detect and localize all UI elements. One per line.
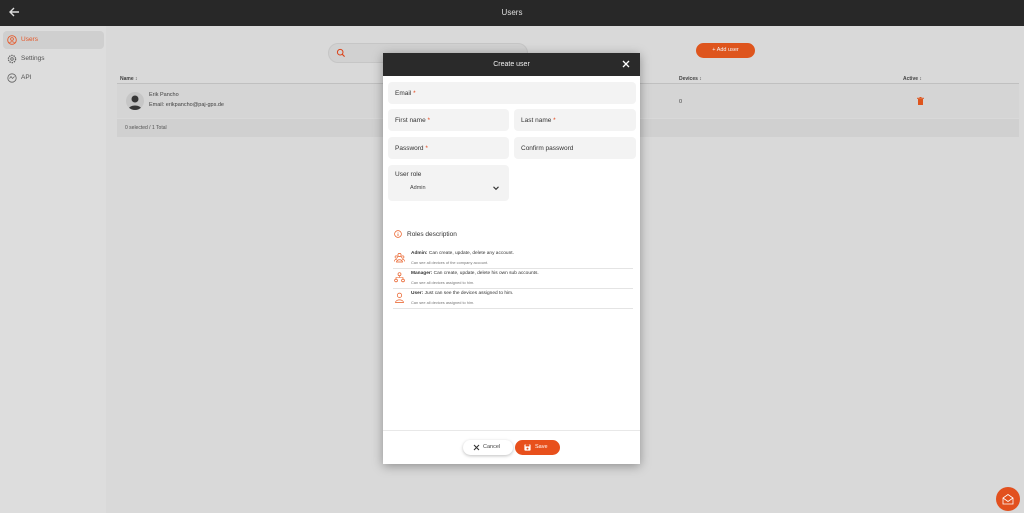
required-mark: * bbox=[413, 90, 416, 97]
required-mark: * bbox=[553, 117, 556, 124]
email-label-text: Email bbox=[395, 90, 412, 97]
password-label: Password * bbox=[395, 145, 428, 152]
save-button-label: Save bbox=[535, 444, 548, 450]
last-name-field[interactable]: Last name * bbox=[514, 109, 636, 131]
cancel-button-label: Cancel bbox=[483, 444, 501, 450]
user-icon bbox=[395, 292, 404, 303]
last-name-label: Last name * bbox=[521, 117, 556, 124]
role-manager-text: Manager: Can create, update, delete his … bbox=[411, 271, 539, 276]
email-field[interactable]: Email * bbox=[388, 82, 636, 104]
dialog-footer-divider bbox=[383, 430, 640, 431]
save-button[interactable]: Save bbox=[515, 440, 560, 455]
dialog-title: Create user bbox=[493, 61, 530, 68]
last-name-label-text: Last name bbox=[521, 117, 552, 124]
floppy-disk-icon bbox=[524, 444, 531, 451]
mail-bubble-icon bbox=[1002, 494, 1014, 505]
role-description-manager: Manager: Can create, update, delete his … bbox=[393, 269, 633, 289]
password-field[interactable]: Password * bbox=[388, 137, 509, 159]
first-name-field[interactable]: First name * bbox=[388, 109, 509, 131]
chevron-down-icon bbox=[493, 186, 499, 191]
password-label-text: Password bbox=[395, 145, 424, 152]
role-user-name: User: bbox=[411, 291, 424, 296]
manager-hierarchy-icon bbox=[394, 272, 405, 283]
first-name-label: First name * bbox=[395, 117, 430, 124]
dialog-header: Create user bbox=[383, 53, 640, 76]
role-admin-name: Admin: bbox=[411, 251, 428, 256]
role-description-user: User: Just can see the devices assigned … bbox=[393, 289, 633, 309]
role-admin-description: Can create, update, delete any account. bbox=[427, 251, 514, 256]
cancel-button[interactable]: Cancel bbox=[463, 440, 513, 455]
close-icon bbox=[473, 444, 480, 451]
create-user-dialog: Create user Email * First name * Last na… bbox=[383, 53, 640, 464]
first-name-label-text: First name bbox=[395, 117, 426, 124]
support-chat-button[interactable] bbox=[996, 487, 1020, 511]
role-description-admin: Admin: Can create, update, delete any ac… bbox=[393, 249, 633, 269]
confirm-password-label: Confirm password bbox=[521, 145, 574, 152]
info-icon bbox=[394, 230, 402, 238]
required-mark: * bbox=[425, 145, 428, 152]
role-user-detail: Can see all devices assigned to him. bbox=[411, 300, 475, 305]
admin-group-icon bbox=[394, 253, 405, 263]
required-mark: * bbox=[427, 117, 431, 124]
role-manager-detail: Can see all devices assigned to him. bbox=[411, 280, 475, 285]
role-user-description: Just can see the devices assigned to him… bbox=[423, 291, 514, 296]
email-label: Email * bbox=[395, 90, 416, 97]
role-manager-description: Can create, update, delete his own sub a… bbox=[432, 271, 539, 276]
user-role-label: User role bbox=[395, 171, 422, 178]
role-user-text: User: Just can see the devices assigned … bbox=[411, 291, 513, 296]
confirm-password-field[interactable]: Confirm password bbox=[514, 137, 636, 159]
role-admin-detail: Can see all devices of the company accou… bbox=[411, 260, 489, 265]
user-role-value: Admin bbox=[410, 185, 426, 191]
close-icon[interactable] bbox=[622, 60, 630, 68]
user-role-select[interactable]: User role Admin bbox=[388, 165, 509, 201]
role-admin-text: Admin: Can create, update, delete any ac… bbox=[411, 251, 514, 256]
role-manager-name: Manager: bbox=[411, 271, 433, 276]
roles-description-title: Roles description bbox=[407, 231, 457, 238]
